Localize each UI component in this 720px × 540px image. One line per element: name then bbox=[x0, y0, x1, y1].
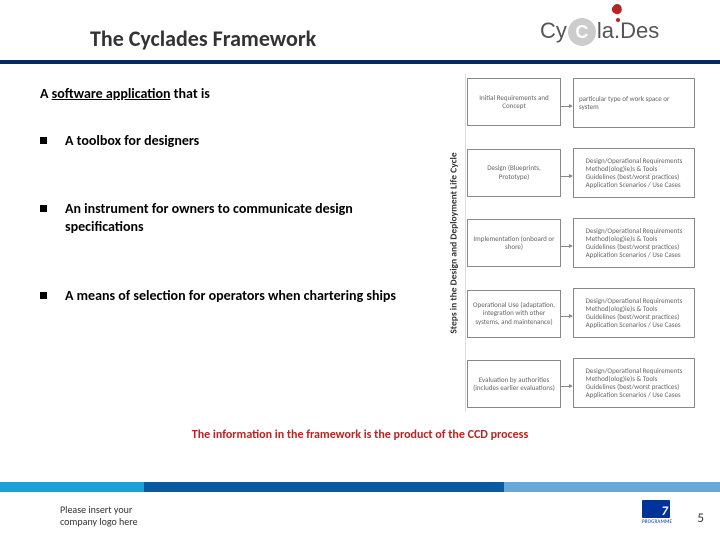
info-line: Application Scenarios / Use Cases bbox=[586, 251, 683, 259]
info-line: Application Scenarios / Use Cases bbox=[586, 181, 683, 189]
arrow-icon bbox=[561, 246, 573, 247]
diagram-right-column: particular type of work space or system … bbox=[573, 78, 695, 408]
bullet-text: A means of selection for operators when … bbox=[65, 287, 396, 305]
lifecycle-step-box: Implementation (onboard or shore) bbox=[467, 219, 561, 267]
arrow-icon bbox=[561, 316, 573, 317]
bullet-text: A toolbox for designers bbox=[65, 132, 199, 150]
info-line: particular type of work space or system bbox=[579, 95, 689, 111]
page-number: 5 bbox=[697, 511, 704, 526]
slide-title: The Cyclades Framework bbox=[90, 25, 316, 52]
bullet-item: A toolbox for designers bbox=[40, 132, 420, 150]
logo-part2: la.Des bbox=[597, 18, 659, 43]
eu-flag-icon bbox=[642, 500, 670, 518]
bullet-icon bbox=[40, 137, 47, 144]
header: The Cyclades Framework CyCla.Des bbox=[0, 0, 720, 60]
info-line: Application Scenarios / Use Cases bbox=[586, 391, 683, 399]
fp7-logo: PROGRAMME bbox=[642, 500, 670, 532]
lifecycle-step-box: Design (Blueprints, Prototype) bbox=[467, 149, 561, 197]
diagram-arrows bbox=[561, 78, 573, 408]
logo-circle: C bbox=[568, 18, 596, 46]
lead-prefix: A bbox=[40, 85, 52, 102]
lead-sentence: A software application that is bbox=[40, 85, 420, 102]
bullet-text: An instrument for owners to communicate … bbox=[65, 200, 420, 236]
lifecycle-step-box: Evaluation by authorities (includes earl… bbox=[467, 360, 561, 408]
framework-info-box: Design/Operational Requirements Method(o… bbox=[573, 218, 695, 268]
diagram-caption: The information in the framework is the … bbox=[0, 428, 720, 442]
framework-info-box: Design/Operational Requirements Method(o… bbox=[573, 358, 695, 408]
arrow-icon bbox=[561, 176, 573, 177]
arrow-icon bbox=[561, 106, 573, 107]
company-line2: company logo here bbox=[60, 516, 138, 528]
fp7-caption: PROGRAMME bbox=[642, 519, 670, 525]
cyclades-logo: CyCla.Des bbox=[540, 8, 690, 56]
lifecycle-diagram: Steps in the Design and Deployment Life … bbox=[445, 78, 697, 408]
lead-underlined: software application bbox=[52, 85, 171, 102]
body-text: A software application that is A toolbox… bbox=[40, 85, 420, 355]
bullet-item: A means of selection for operators when … bbox=[40, 287, 420, 305]
info-line: Application Scenarios / Use Cases bbox=[586, 321, 683, 329]
logo-part1: Cy bbox=[540, 18, 567, 43]
footer-color-bar bbox=[0, 482, 720, 492]
logo-text: CyCla.Des bbox=[540, 18, 659, 46]
lifecycle-step-box: Initial Requirements and Concept bbox=[467, 78, 561, 126]
framework-info-box: Design/Operational Requirements Method(o… bbox=[573, 148, 695, 198]
bullet-icon bbox=[40, 292, 47, 299]
diagram-left-column: Initial Requirements and Concept Design … bbox=[467, 78, 561, 408]
slide: The Cyclades Framework CyCla.Des A softw… bbox=[0, 0, 720, 540]
bullet-item: An instrument for owners to communicate … bbox=[40, 200, 420, 236]
framework-info-box: Design/Operational Requirements Method(o… bbox=[573, 288, 695, 338]
framework-info-box: particular type of work space or system bbox=[573, 78, 695, 128]
logo-drop-icon bbox=[612, 4, 626, 22]
company-logo-placeholder: Please insert your company logo here bbox=[60, 504, 138, 528]
lifecycle-step-box: Operational Use (adaptation, integration… bbox=[467, 290, 561, 338]
arrow-icon bbox=[561, 386, 573, 387]
lead-suffix: that is bbox=[171, 85, 210, 102]
bullet-icon bbox=[40, 205, 47, 212]
axis-label-text: Steps in the Design and Deployment Life … bbox=[448, 152, 460, 333]
header-divider bbox=[0, 60, 720, 64]
diagram-axis-label: Steps in the Design and Deployment Life … bbox=[445, 78, 463, 408]
